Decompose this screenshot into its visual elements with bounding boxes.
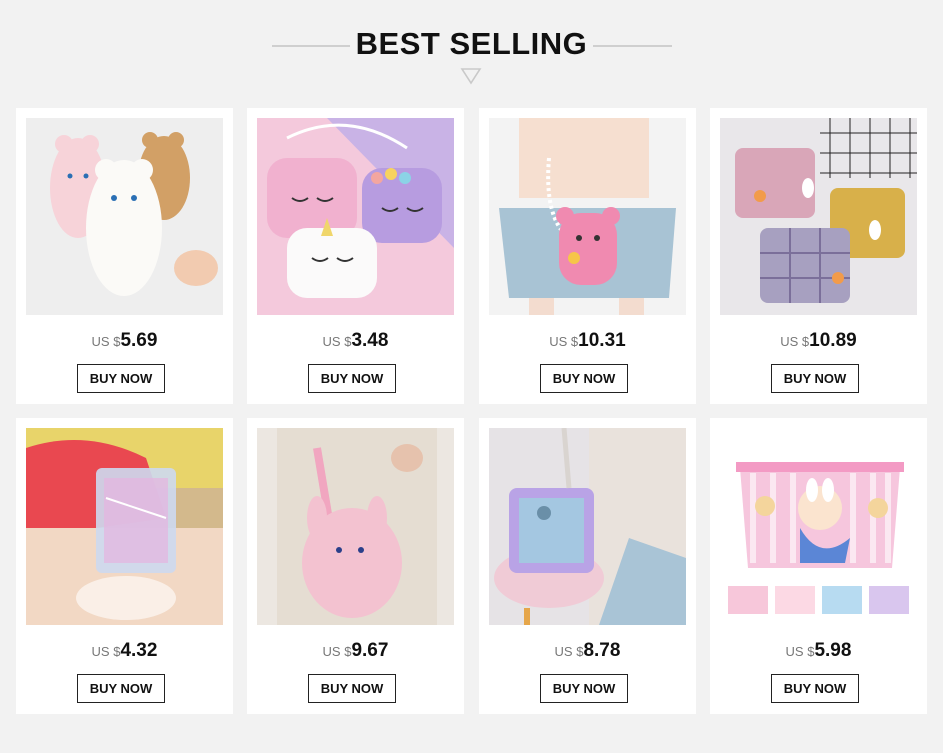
buy-now-button[interactable]: BUY NOW	[771, 674, 859, 703]
currency-label: US $	[322, 334, 352, 349]
currency-label: US $	[780, 334, 810, 349]
product-image[interactable]	[257, 118, 454, 315]
buy-now-button[interactable]: BUY NOW	[77, 674, 165, 703]
currency-label: US $	[549, 334, 579, 349]
product-image[interactable]	[26, 428, 223, 625]
section-title: BEST SELLING	[355, 26, 588, 61]
currency-label: US $	[554, 644, 584, 659]
product-card[interactable]: US $10.89 BUY NOW	[710, 108, 927, 404]
plaid-bunny-shoulder-bags-image	[720, 118, 917, 315]
product-card[interactable]: US $3.48 BUY NOW	[247, 108, 464, 404]
buy-now-button[interactable]: BUY NOW	[308, 674, 396, 703]
product-card[interactable]: US $5.69 BUY NOW	[16, 108, 233, 404]
product-price: US $8.78	[479, 640, 696, 662]
holographic-plush-bear-bag-image	[489, 428, 686, 625]
fluffy-cat-plush-bags-image	[26, 118, 223, 315]
product-image[interactable]	[720, 428, 917, 625]
product-price: US $4.32	[16, 640, 233, 662]
down-triangle-icon	[460, 68, 482, 85]
header-divider-right	[593, 45, 672, 47]
product-card[interactable]: US $4.32 BUY NOW	[16, 418, 233, 714]
product-image[interactable]	[489, 428, 686, 625]
holographic-transparent-bag-image	[26, 428, 223, 625]
unicorn-plush-crossbody-bags-image	[257, 118, 454, 315]
buy-now-button[interactable]: BUY NOW	[540, 674, 628, 703]
currency-label: US $	[91, 644, 121, 659]
product-image[interactable]	[257, 428, 454, 625]
product-price: US $5.98	[710, 640, 927, 662]
product-price: US $9.67	[247, 640, 464, 662]
section-header: BEST SELLING	[0, 0, 943, 100]
product-image[interactable]	[720, 118, 917, 315]
price-value: 5.98	[814, 640, 852, 661]
price-value: 10.31	[578, 330, 626, 351]
price-value: 9.67	[351, 640, 389, 661]
price-value: 5.69	[120, 330, 158, 351]
pink-plush-bunny-backpack-image	[257, 428, 454, 625]
pink-bear-pearl-strap-bag-image	[489, 118, 686, 315]
product-price: US $10.89	[710, 330, 927, 352]
price-value: 8.78	[583, 640, 621, 661]
price-value: 3.48	[351, 330, 389, 351]
product-price: US $3.48	[247, 330, 464, 352]
product-card[interactable]: US $8.78 BUY NOW	[479, 418, 696, 714]
product-card[interactable]: US $5.98 BUY NOW	[710, 418, 927, 714]
currency-label: US $	[785, 644, 815, 659]
product-price: US $5.69	[16, 330, 233, 352]
buy-now-button[interactable]: BUY NOW	[771, 364, 859, 393]
currency-label: US $	[91, 334, 121, 349]
product-card[interactable]: US $9.67 BUY NOW	[247, 418, 464, 714]
product-image[interactable]	[489, 118, 686, 315]
buy-now-button[interactable]: BUY NOW	[308, 364, 396, 393]
cartoon-storage-box-set-image	[720, 428, 917, 625]
price-value: 4.32	[120, 640, 158, 661]
currency-label: US $	[322, 644, 352, 659]
product-card[interactable]: US $10.31 BUY NOW	[479, 108, 696, 404]
product-image[interactable]	[26, 118, 223, 315]
buy-now-button[interactable]: BUY NOW	[77, 364, 165, 393]
product-price: US $10.31	[479, 330, 696, 352]
price-value: 10.89	[809, 330, 857, 351]
buy-now-button[interactable]: BUY NOW	[540, 364, 628, 393]
